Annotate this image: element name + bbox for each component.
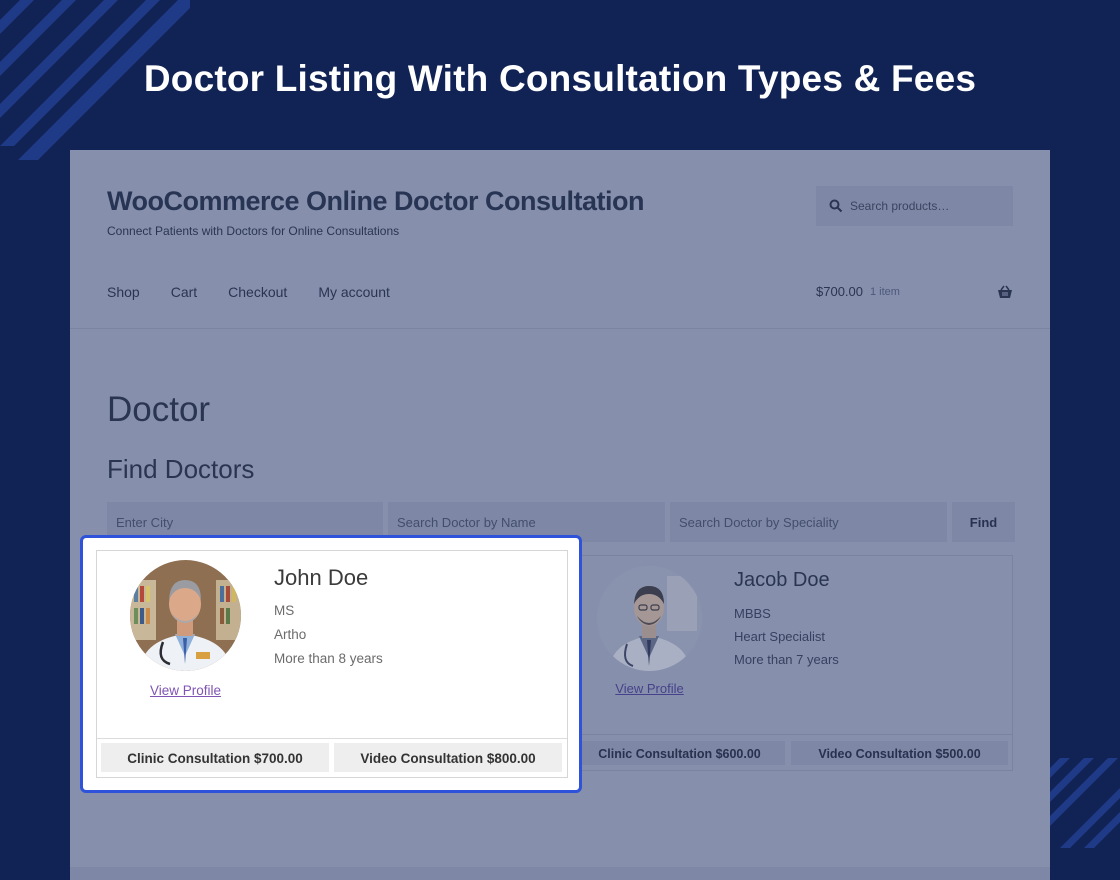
doctor-name: John Doe bbox=[274, 565, 369, 590]
doctor-degree: MS bbox=[274, 603, 295, 618]
header-cart[interactable]: $700.00 1 item bbox=[816, 284, 1013, 299]
doctor-card: John Doe MS Artho More than 8 years View… bbox=[96, 550, 568, 778]
doctor-degree: MBBS bbox=[734, 606, 771, 621]
doctor-speciality: Artho bbox=[274, 627, 307, 642]
cart-amount: $700.00 bbox=[816, 284, 863, 299]
banner-title: Doctor Listing With Consultation Types &… bbox=[143, 58, 977, 99]
clinic-consultation-button[interactable]: Clinic Consultation $600.00 bbox=[574, 741, 785, 765]
speciality-input[interactable] bbox=[670, 502, 947, 542]
highlighted-doctor-card: John Doe MS Artho More than 8 years View… bbox=[80, 535, 582, 793]
basket-icon[interactable] bbox=[997, 285, 1013, 299]
doctor-speciality: Heart Specialist bbox=[734, 629, 826, 644]
doctor-experience: More than 7 years bbox=[734, 652, 839, 667]
decorative-stripes bbox=[1050, 758, 1120, 848]
clinic-consultation-button[interactable]: Clinic Consultation $700.00 bbox=[101, 743, 329, 772]
find-button[interactable]: Find bbox=[952, 502, 1015, 542]
nav-item-checkout[interactable]: Checkout bbox=[228, 284, 287, 300]
doctor-photo bbox=[130, 560, 241, 671]
footer-strip bbox=[70, 867, 1050, 880]
search-icon[interactable] bbox=[829, 199, 843, 213]
card-divider bbox=[97, 738, 567, 739]
doctor-photo bbox=[597, 566, 702, 671]
header-divider bbox=[70, 328, 1050, 329]
video-consultation-button[interactable]: Video Consultation $800.00 bbox=[334, 743, 562, 772]
site-tagline: Connect Patients with Doctors for Online… bbox=[107, 224, 400, 238]
product-search bbox=[816, 186, 1013, 226]
nav-item-my-account[interactable]: My account bbox=[318, 284, 390, 300]
doctor-card: Jacob Doe MBBS Heart Specialist More tha… bbox=[568, 555, 1013, 771]
view-profile-link[interactable]: View Profile bbox=[569, 681, 730, 696]
doctor-experience: More than 8 years bbox=[274, 651, 383, 666]
cart-count: 1 item bbox=[870, 285, 900, 298]
doctor-name: Jacob Doe bbox=[734, 569, 830, 591]
main-nav: Shop Cart Checkout My account bbox=[107, 284, 390, 300]
view-profile-link[interactable]: View Profile bbox=[97, 683, 274, 698]
nav-item-cart[interactable]: Cart bbox=[171, 284, 197, 300]
find-doctors-heading: Find Doctors bbox=[107, 454, 255, 484]
page-title: Doctor bbox=[107, 390, 211, 429]
search-input[interactable] bbox=[848, 198, 1012, 214]
card-divider bbox=[569, 734, 1012, 735]
video-consultation-button[interactable]: Video Consultation $500.00 bbox=[791, 741, 1008, 765]
nav-item-shop[interactable]: Shop bbox=[107, 284, 140, 300]
site-title[interactable]: WooCommerce Online Doctor Consultation bbox=[107, 186, 645, 217]
